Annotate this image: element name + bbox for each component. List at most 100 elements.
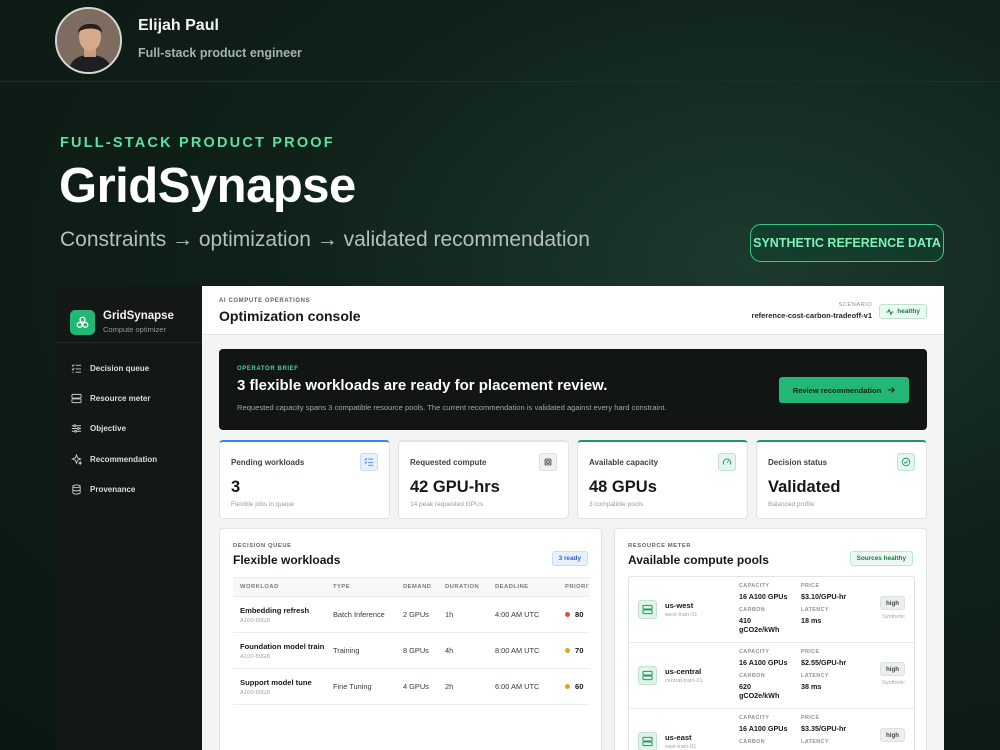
pool-latency: 38 ms (801, 682, 822, 691)
server-icon (638, 600, 657, 619)
pool-capacity: 16 A100 GPUs (739, 592, 788, 601)
priority-value: 80 (575, 610, 584, 619)
pool-list: us-west west-train-01 CAPACITY 16 A100 G… (628, 576, 915, 750)
price-label: PRICE (801, 583, 820, 589)
profile-role: Full-stack product engineer (138, 46, 302, 60)
list-check-icon (360, 453, 378, 471)
brand-subtitle: Compute optimizer (103, 325, 166, 334)
sidebar: GridSynapse Compute optimizer Decision q… (56, 286, 202, 750)
pool-carbon: 620 gCO2e/kWh (739, 682, 780, 700)
pool-item[interactable]: us-east east-train-01 CAPACITY 16 A100 G… (629, 709, 914, 750)
priority-dot (565, 648, 570, 653)
pool-capacity: 16 A100 GPUs (739, 658, 788, 667)
column-header[interactable]: PRIORITY (565, 584, 589, 590)
panel-title: Flexible workloads (233, 553, 341, 567)
pool-item[interactable]: us-central central-train-01 CAPACITY 16 … (629, 643, 914, 709)
sidebar-item-provenance[interactable]: Provenance (56, 475, 202, 505)
workload-name: Support model tune (240, 677, 312, 687)
pool-zone: east-train-01 (665, 744, 697, 750)
latency-label: LATENCY (801, 673, 829, 679)
priority-dot (565, 684, 570, 689)
workload-demand: 2 GPUs (403, 610, 429, 619)
sidebar-nav: Decision queue Resource meter Objective … (56, 343, 202, 505)
workload-type: Fine Tuning (333, 682, 372, 691)
hero-title: GridSynapse (59, 159, 356, 213)
topbar-eyebrow: AI COMPUTE OPERATIONS (219, 298, 311, 304)
topbar: AI COMPUTE OPERATIONS Optimization conso… (202, 286, 944, 335)
price-label: PRICE (801, 715, 820, 721)
table-row[interactable]: Embedding refresh A100-80GB Batch Inferen… (233, 597, 589, 633)
panel-eyebrow: RESOURCE METER (628, 543, 692, 549)
workload-priority: 60 (565, 682, 589, 691)
decision-queue-panel: DECISION QUEUE Flexible workloads 3 read… (219, 528, 602, 750)
brief-text: Requested capacity spans 3 compatible re… (237, 403, 667, 412)
kpi-subtext: 14 peak requested GPUs (410, 501, 483, 508)
sparkles-icon (71, 453, 82, 465)
table-row[interactable]: Foundation model train A100-80GB Training… (233, 633, 589, 669)
column-header[interactable]: DEADLINE (495, 584, 565, 590)
capacity-label: CAPACITY (739, 649, 770, 655)
pool-carbon: 410 gCO2e/kWh (739, 616, 780, 634)
kpi-subtext: Flexible jobs in queue (231, 501, 294, 508)
profile-name: Elijah Paul (138, 17, 219, 34)
table-row[interactable]: Support model tune A100-80GB Fine Tuning … (233, 669, 589, 705)
sidebar-item-recommendation[interactable]: Recommendation (56, 444, 202, 474)
scenario-value: reference-cost-carbon-tradeoff-v1 (751, 311, 872, 320)
kpi-value: 3 (231, 478, 241, 496)
sidebar-item-label: Objective (90, 424, 127, 434)
column-header[interactable]: WORKLOAD (233, 584, 333, 590)
app-window: GridSynapse Compute optimizer Decision q… (56, 286, 944, 750)
list-check-icon (71, 363, 82, 373)
workload-deadline: 8:00 AM UTC (495, 646, 540, 655)
avatar (55, 7, 122, 74)
workload-name: Foundation model train (240, 641, 325, 651)
column-header[interactable]: DURATION (445, 584, 495, 590)
column-header[interactable]: DEMAND (403, 584, 445, 590)
pool-price: $3.35/GPU-hr (801, 724, 847, 733)
workload-demand: 4 GPUs (403, 682, 429, 691)
capacity-label: CAPACITY (739, 715, 770, 721)
column-header[interactable]: TYPE (333, 584, 403, 590)
workload-name: Embedding refresh (240, 605, 310, 615)
database-icon (72, 484, 81, 495)
capacity-label: CAPACITY (739, 583, 770, 589)
workload-duration: 1h (445, 610, 454, 619)
tier-badge: high (880, 596, 905, 610)
server-icon (638, 732, 657, 750)
pool-zone: central-train-01 (665, 678, 703, 684)
chip-icon (539, 453, 557, 471)
workload-type: Batch Inference (333, 610, 385, 619)
kpi-requested-compute: Requested compute 42 GPU-hrs 14 peak req… (398, 440, 569, 519)
sidebar-item-resource-meter[interactable]: Resource meter (56, 383, 202, 413)
profile: Elijah Paul Full-stack product engineer (55, 7, 302, 74)
status-badge: healthy (879, 304, 927, 319)
tier-source: Synthetic (881, 680, 905, 686)
priority-value: 70 (575, 646, 584, 655)
carbon-label: CARBON (739, 607, 766, 613)
panel-eyebrow: DECISION QUEUE (233, 543, 292, 549)
brand-name: GridSynapse (103, 310, 174, 322)
tier-source: Synthetic (881, 614, 905, 620)
check-circle-icon (897, 453, 915, 471)
hero-eyebrow: FULL-STACK PRODUCT PROOF (60, 135, 335, 151)
brand: GridSynapse Compute optimizer (56, 286, 202, 343)
hero-subtitle: Constraints → optimization → validated r… (60, 228, 590, 251)
sources-healthy-badge: Sources healthy (849, 551, 913, 566)
sidebar-item-decision-queue[interactable]: Decision queue (56, 353, 202, 383)
brief-title: 3 flexible workloads are ready for place… (237, 377, 608, 394)
workload-deadline: 4:00 AM UTC (495, 610, 540, 619)
carbon-label: CARBON (739, 673, 766, 679)
pool-zone: west-train-01 (665, 612, 698, 618)
kpi-subtext: Balanced profile (768, 501, 815, 508)
kpi-row: Pending workloads 3 Flexible jobs in que… (219, 440, 927, 519)
workload-gpu: A100-80GB (240, 689, 271, 696)
kpi-available-capacity: Available capacity 48 GPUs 3 compatible … (577, 440, 748, 519)
review-recommendation-button[interactable]: Review recommendation (779, 377, 909, 403)
workload-gpu: A100-80GB (240, 617, 271, 624)
pool-item[interactable]: us-west west-train-01 CAPACITY 16 A100 G… (629, 577, 914, 643)
kpi-label: Pending workloads (231, 458, 305, 467)
review-recommendation-label: Review recommendation (792, 385, 882, 395)
kpi-value: Validated (768, 478, 841, 496)
ready-count-badge: 3 ready (551, 551, 588, 566)
sidebar-item-objective[interactable]: Objective (56, 414, 202, 444)
